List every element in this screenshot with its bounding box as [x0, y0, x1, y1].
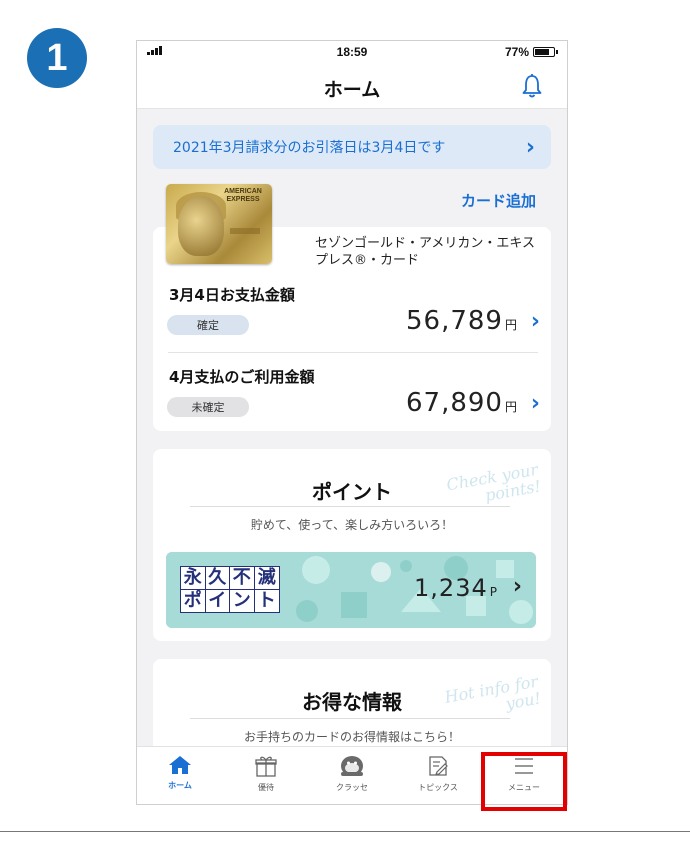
info-title: お得な情報: [302, 690, 402, 714]
divider: [190, 506, 510, 507]
usage-label: 4月支払のご利用金額: [169, 368, 315, 386]
tab-classe[interactable]: クラッセ: [309, 747, 395, 804]
payment-label: 3月4日お支払金額: [169, 286, 295, 304]
usage-amount[interactable]: 67,890 円: [406, 388, 518, 418]
divider: [168, 352, 538, 353]
card-brand-text: AMERICAN EXPRESS: [224, 188, 262, 203]
bell-icon[interactable]: [521, 73, 543, 99]
status-badge-confirmed: 確定: [167, 315, 249, 335]
divider: [0, 831, 690, 832]
eternal-points-banner[interactable]: 永久不滅 ポイント 1,234 P ›: [166, 552, 536, 628]
gift-icon: [255, 756, 277, 777]
tab-label: クラッセ: [336, 783, 368, 792]
gold-amex-card-image[interactable]: AMERICAN EXPRESS: [166, 184, 272, 264]
billing-date-banner[interactable]: 2021年3月請求分のお引落日は3月4日です ›: [153, 125, 551, 169]
divider: [190, 718, 510, 719]
page-title: ホーム: [323, 79, 381, 101]
add-card-link[interactable]: カード追加: [461, 190, 536, 211]
chevron-right-icon: ›: [512, 574, 522, 599]
payment-amount[interactable]: 56,789 円: [406, 306, 518, 336]
battery-percent: 77%: [504, 45, 529, 59]
eternal-points-logo: 永久不滅 ポイント: [180, 566, 280, 613]
menu-highlight-box: [481, 752, 567, 811]
centurion-head-graphic: [178, 196, 224, 256]
card-name: セゾンゴールド・アメリカン・エキスプレス®・カード: [315, 236, 535, 268]
status-time: 18:59: [336, 45, 368, 59]
tab-label: 優待: [258, 783, 274, 792]
nav-bar: ホーム: [137, 63, 567, 109]
chevron-right-icon[interactable]: ›: [531, 391, 540, 416]
tab-label: トピックス: [418, 783, 458, 792]
tab-label: ホーム: [168, 781, 192, 790]
banner-text: 2021年3月請求分のお引落日は3月4日です: [173, 140, 446, 156]
chevron-right-icon: ›: [525, 135, 535, 160]
points-value: 1,234 P: [414, 574, 498, 602]
step-number-badge: 1: [27, 28, 87, 88]
info-subtitle: お手持ちのカードのお得情報はこちら！: [243, 730, 460, 744]
topics-icon: [429, 756, 448, 776]
home-icon: [169, 756, 191, 774]
tutorial-stage: 1 18:59 77% ホーム 2021年3月請求分のお引落日は3月4日です ›: [0, 0, 690, 845]
tab-benefits[interactable]: 優待: [223, 747, 309, 804]
tab-home[interactable]: ホーム: [137, 747, 223, 804]
chevron-right-icon[interactable]: ›: [531, 309, 540, 334]
battery-icon: [533, 47, 558, 57]
mascot-icon: [341, 756, 363, 776]
status-bar: 18:59 77%: [137, 41, 567, 63]
points-title: ポイント: [312, 480, 392, 504]
tab-topics[interactable]: トピックス: [395, 747, 481, 804]
status-badge-unconfirmed: 未確定: [167, 397, 249, 417]
points-subtitle: 貯めて、使って、楽しみ方いろいろ！: [250, 518, 454, 532]
